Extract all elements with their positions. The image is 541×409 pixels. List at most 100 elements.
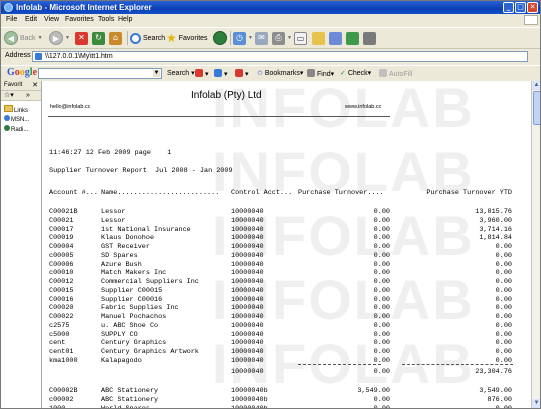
back-button[interactable]: ◀ Back ▼: [4, 30, 43, 46]
favorites-button[interactable]: ★ Favorites: [166, 30, 208, 46]
menu-view[interactable]: View: [44, 14, 59, 26]
cell-account: c5000: [49, 330, 70, 339]
menu-favorites[interactable]: Favorites: [65, 14, 94, 26]
menu-tools[interactable]: Tools: [98, 14, 114, 26]
bookmarks-label: Bookmarks: [264, 70, 300, 77]
maximize-button[interactable]: □: [515, 2, 526, 13]
news-button[interactable]: ▾: [214, 69, 228, 78]
vertical-scrollbar[interactable]: ▲ ▼: [531, 81, 540, 408]
home-button[interactable]: ⌂: [109, 30, 122, 46]
scroll-thumb[interactable]: [533, 91, 540, 125]
scroll-down-icon[interactable]: ▼: [532, 399, 540, 408]
print-button[interactable]: ⎙ ▼: [272, 30, 292, 46]
autofill-icon: [379, 69, 387, 77]
tools-button[interactable]: [363, 30, 376, 46]
subtotal-rule: [298, 364, 381, 365]
add-favorite-icon[interactable]: ☆▾: [4, 91, 14, 100]
table-row: C00021 Lessor 10000040 0.00 3,960.00: [42, 217, 531, 226]
table-row: C00004 GST Receiver 10000040 0.00 0.00: [42, 243, 531, 252]
cell-account: c00002: [49, 395, 74, 404]
folder-icon: [4, 105, 13, 112]
close-button[interactable]: ✕: [527, 2, 538, 13]
scroll-up-icon[interactable]: ▲: [532, 81, 540, 90]
google-search-dropdown-icon[interactable]: ▼: [153, 70, 160, 77]
media-button[interactable]: [213, 30, 227, 46]
cell-purchase-turnover: 0.00: [373, 216, 390, 225]
cell-account: C00004: [49, 243, 74, 251]
find-button[interactable]: Find▾: [307, 69, 334, 78]
messenger-button[interactable]: [346, 30, 359, 46]
subtotal-row: 10000040 0.00 23,304.76: [42, 368, 531, 377]
report-title: Supplier Turnover Report Jul 2008 - Jan …: [49, 167, 233, 175]
table-row: c00005 SD Spares 10000040 0.00 0.00: [42, 252, 531, 261]
cell-purchase-ytd: 0.00: [495, 269, 512, 278]
menu-help[interactable]: Help: [118, 14, 132, 26]
favorites-pane-close-icon[interactable]: ✕: [32, 81, 38, 90]
address-input[interactable]: \\127.0.0.1\My\tt1.htm: [32, 51, 528, 62]
menu-edit[interactable]: Edit: [25, 14, 37, 26]
cell-control-acct: 10000040: [231, 295, 264, 304]
bookmarks-button[interactable]: ✩ Bookmarks▾: [257, 69, 303, 77]
favorites-item-links[interactable]: Links: [4, 105, 28, 115]
menu-bar: File Edit View Favorites Tools Help: [1, 14, 540, 26]
edit-button[interactable]: ▭: [294, 30, 307, 46]
column-header-account: Account #...: [49, 189, 98, 197]
research-button[interactable]: [329, 30, 342, 46]
history-button[interactable]: ◷ ▼: [233, 30, 253, 46]
minimize-button[interactable]: _: [503, 2, 514, 13]
forward-dropdown-icon[interactable]: ▼: [65, 35, 70, 41]
cell-purchase-ytd: 13,815.76: [475, 208, 512, 216]
discuss-button[interactable]: [312, 30, 325, 46]
subtotal-control: 10000040: [231, 368, 264, 376]
cell-purchase-turnover: 0.00: [373, 208, 390, 216]
subtotal-rule: [402, 364, 513, 365]
table-row: 1000 World Spares 10000040b 0.00 0.00: [42, 405, 531, 409]
cell-purchase-ytd: 0.00: [495, 339, 512, 348]
cell-control-acct: 10000040: [231, 286, 264, 295]
cell-purchase-ytd: 0.00: [495, 286, 512, 295]
address-label: Address: [5, 52, 31, 59]
cell-control-acct: 10000040b: [231, 395, 268, 404]
table-row: C00012 Commercial Suppliers Inc 10000040 0.…: [42, 278, 531, 287]
history-dropdown-icon[interactable]: ▼: [248, 35, 253, 41]
favorites-item-radio[interactable]: Radi...: [4, 125, 28, 134]
cell-name: u. ABC Shoe Co: [101, 321, 159, 330]
mail-button[interactable]: ✉: [255, 30, 268, 46]
cell-purchase-ytd: 0.00: [495, 260, 512, 269]
more-icon[interactable]: »: [26, 91, 30, 100]
messenger-icon: [346, 31, 359, 45]
spellcheck-button[interactable]: ✓ Check▾: [340, 69, 371, 77]
cell-control-acct: 10000040b: [231, 405, 268, 409]
ie-icon: [4, 3, 13, 12]
back-dropdown-icon[interactable]: ▼: [38, 35, 43, 41]
cell-name: Century Graphics: [101, 339, 167, 348]
cell-purchase-ytd: 0.00: [495, 251, 512, 260]
history-icon: ◷: [233, 31, 246, 45]
cell-control-acct: 10000040: [231, 321, 264, 330]
print-icon: ⎙: [272, 31, 285, 45]
popup-blocker-button[interactable]: ▾: [195, 69, 209, 78]
favorites-item-msn[interactable]: MSN...: [4, 115, 29, 124]
cell-purchase-turnover: 0.00: [373, 251, 390, 260]
stop-button[interactable]: ✕: [75, 30, 88, 46]
forward-button[interactable]: ▶ ▼: [49, 30, 70, 46]
cell-account: c2575: [49, 321, 70, 330]
cell-name: Match Makers Inc: [101, 269, 167, 278]
search-button[interactable]: Search: [130, 30, 165, 46]
favorites-item-label: Links: [14, 108, 29, 114]
print-dropdown-icon[interactable]: ▼: [287, 35, 292, 41]
cell-purchase-turnover: 0.00: [373, 321, 390, 330]
google-search-input[interactable]: ▼: [38, 68, 162, 79]
table-row: c00002 ABC Stationery 10000040b 0.00 876.00: [42, 396, 531, 405]
autofill-button[interactable]: AutoFill: [379, 69, 412, 78]
google-logo[interactable]: Google: [7, 67, 37, 78]
cell-account: C00017: [49, 225, 74, 234]
cell-purchase-ytd: 0.00: [495, 295, 512, 304]
cell-control-acct: 10000040: [231, 208, 264, 216]
menu-file[interactable]: File: [6, 14, 17, 26]
pagerank-button[interactable]: ▾: [235, 69, 249, 78]
cell-account: C00020: [49, 304, 74, 313]
cell-control-acct: 10000040: [231, 225, 264, 234]
refresh-button[interactable]: ↻: [92, 30, 105, 46]
google-search-button[interactable]: Search ▾: [167, 69, 195, 77]
